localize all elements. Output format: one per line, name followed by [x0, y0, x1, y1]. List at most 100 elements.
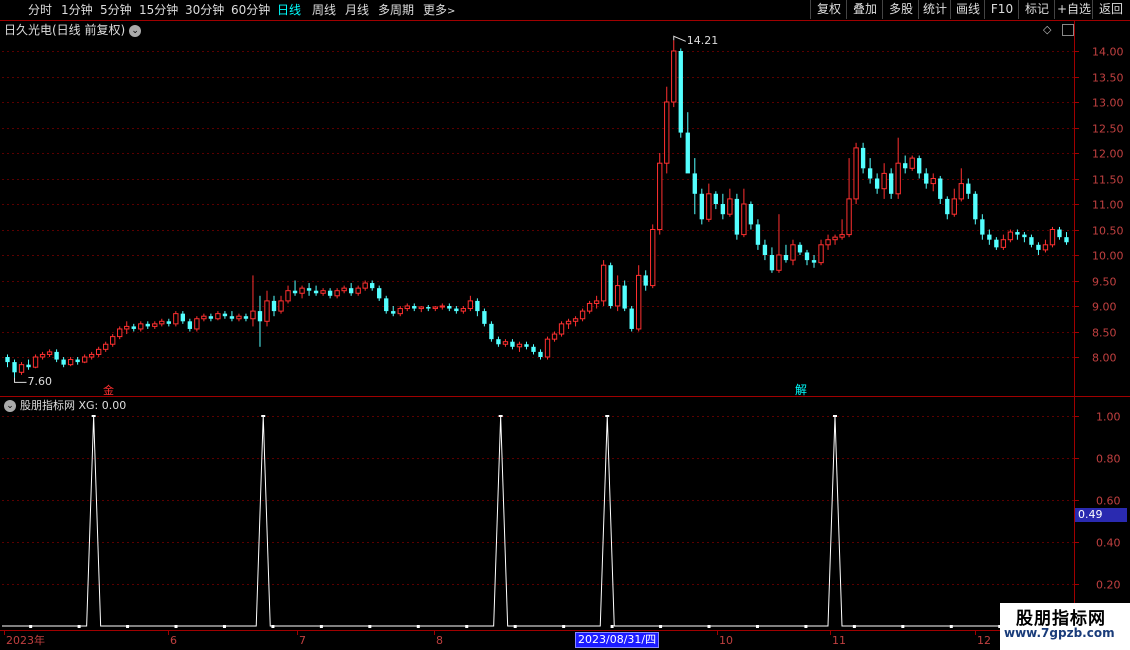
candle-body [327, 290, 333, 296]
indicator-title[interactable]: ⌄ 股朋指标网 XG: 0.00 [4, 399, 126, 413]
candle-body [762, 244, 768, 255]
candle-body [790, 244, 796, 261]
up-candle [278, 295, 284, 314]
candle-body [783, 255, 789, 261]
candle-body [138, 323, 144, 330]
candle-body [454, 308, 459, 312]
candle-body [173, 313, 179, 325]
candle-body [685, 132, 690, 174]
candle-body [285, 290, 291, 302]
price-tick-label: 12.50 [1092, 123, 1124, 136]
down-candle [699, 188, 704, 225]
up-candle [460, 306, 467, 314]
candle-body [397, 308, 403, 315]
candle-body [124, 325, 130, 330]
down-candle [426, 304, 431, 312]
chevron-down-icon[interactable]: ⌄ [4, 400, 16, 412]
x-tick-label: 2023年 [6, 633, 45, 647]
candle-body [1015, 232, 1020, 235]
candle-body [103, 343, 109, 350]
price-tick-label: 13.00 [1092, 97, 1124, 110]
xg-baseline-point [77, 625, 81, 628]
down-candle [1022, 232, 1027, 243]
down-candle [860, 142, 866, 174]
down-candle [391, 306, 396, 317]
up-candle [516, 341, 523, 352]
candle-body [678, 51, 683, 133]
price-tick-label: 9.50 [1092, 276, 1117, 289]
up-candle [502, 339, 509, 347]
candle-body [355, 287, 361, 294]
up-candle [958, 168, 964, 202]
down-candle [938, 175, 943, 204]
up-candle [152, 321, 158, 329]
candle-body [713, 193, 719, 204]
up-candle [432, 306, 438, 312]
xg-baseline-point [465, 625, 469, 628]
up-candle [404, 303, 410, 312]
unlock-marker[interactable]: 解 [795, 381, 807, 398]
up-candle [614, 275, 621, 312]
up-candle [930, 173, 936, 192]
candle-body [229, 316, 235, 319]
candle-body [622, 285, 627, 309]
candle-body [516, 343, 523, 348]
down-candle [622, 280, 627, 312]
candle-body [187, 321, 193, 329]
candle-body [1029, 237, 1034, 245]
candle-body [391, 311, 396, 314]
price-tick-label: 13.50 [1092, 72, 1124, 85]
low-price-label: 7.60 [27, 375, 53, 389]
candle-body [54, 351, 59, 360]
candle-body [81, 356, 88, 363]
candle-body [510, 341, 515, 347]
chart-grid [2, 51, 1074, 585]
candle-body [152, 323, 158, 327]
down-candle [1015, 229, 1020, 240]
up-candle [825, 234, 831, 250]
up-candle [362, 280, 368, 291]
xg-peak-point [261, 415, 266, 417]
candle-body [1036, 244, 1041, 250]
candle-body [720, 204, 726, 215]
candle-body [502, 341, 509, 345]
candle-body [243, 316, 249, 319]
candle-body [12, 362, 17, 373]
candle-body [945, 198, 950, 215]
up-candle [565, 318, 572, 329]
down-candle [412, 303, 417, 312]
candle-body [776, 254, 782, 271]
down-candle [26, 359, 31, 370]
down-candle [348, 283, 354, 296]
down-candle [496, 336, 501, 347]
gold-marker[interactable]: 金 [103, 382, 114, 398]
up-candle [951, 188, 957, 217]
up-candle [741, 188, 747, 238]
candle-body [145, 323, 150, 327]
candle-body [271, 300, 277, 312]
up-candle [173, 311, 179, 327]
candle-body [551, 333, 558, 340]
candle-body [664, 101, 670, 164]
candle-body [572, 318, 579, 322]
down-candle [973, 191, 978, 225]
candle-body [67, 359, 74, 366]
down-candle [994, 237, 999, 250]
up-candle [299, 285, 305, 299]
price-tick-label: 8.00 [1092, 352, 1117, 365]
candle-body [250, 310, 256, 320]
down-candle [685, 112, 690, 174]
up-candle [138, 321, 144, 332]
current-value-badge: 0.49 [1075, 508, 1127, 522]
candle-body [236, 315, 242, 320]
candle-body [579, 310, 586, 320]
up-candle [418, 306, 424, 313]
candle-body [208, 316, 214, 319]
candle-body [558, 323, 565, 335]
up-candle [236, 313, 242, 322]
candle-body [439, 305, 445, 308]
candle-body [313, 290, 319, 294]
up-candle [657, 153, 663, 235]
candle-body [924, 173, 929, 184]
down-candle [257, 295, 263, 347]
